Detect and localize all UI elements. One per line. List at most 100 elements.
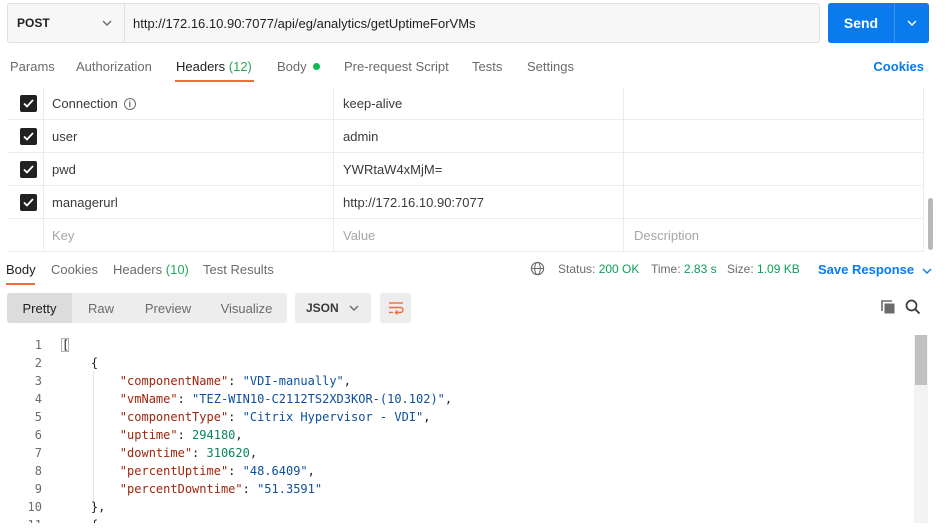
view-preview-button[interactable]: Preview [130, 293, 206, 323]
header-value[interactable]: keep-alive [343, 87, 402, 120]
column-divider [333, 87, 334, 120]
column-divider [623, 153, 624, 186]
json-key: "componentName" [119, 374, 229, 388]
view-visualize-button[interactable]: Visualize [206, 293, 287, 323]
response-scrollbar-thumb[interactable] [915, 335, 927, 385]
code-text: "uptime": 294180, [119, 428, 243, 442]
tab-tests[interactable]: Tests [472, 59, 502, 74]
headers-scrollbar-thumb[interactable] [928, 198, 933, 250]
active-tab-underline [175, 80, 254, 82]
header-value[interactable]: YWRtaW4xMjM= [343, 153, 442, 186]
response-tab-cookies[interactable]: Cookies [51, 262, 98, 277]
header-row: pwd YWRtaW4xMjM= [7, 153, 924, 186]
tab-settings[interactable]: Settings [527, 59, 574, 74]
tab-params[interactable]: Params [10, 59, 55, 74]
send-options-button[interactable] [894, 3, 929, 43]
json-key: "percentUptime" [119, 464, 229, 478]
column-divider [43, 120, 44, 153]
method-label: POST [17, 16, 50, 30]
check-icon [23, 165, 34, 174]
json-key: "uptime" [119, 428, 178, 442]
column-divider [43, 219, 44, 252]
column-divider [923, 219, 924, 252]
line-number: 4 [34, 392, 42, 406]
format-select[interactable]: JSON [295, 293, 371, 323]
check-icon [23, 198, 34, 207]
wrap-lines-button[interactable] [380, 293, 411, 323]
view-pretty-button[interactable]: Pretty [7, 293, 72, 323]
header-row-new: Key Value Description [7, 219, 924, 252]
search-icon[interactable] [905, 299, 921, 315]
code-text: { [62, 356, 99, 370]
column-divider [623, 87, 624, 120]
chevron-down-icon [907, 20, 917, 26]
response-status[interactable]: Status: 200 OK [558, 262, 639, 276]
code-text: "percentDowntime": "51.3591" [119, 482, 323, 496]
header-checkbox[interactable] [20, 161, 37, 178]
header-row: managerurl http://172.16.10.90:7077 [7, 186, 924, 219]
tab-headers[interactable]: Headers (12) [176, 59, 252, 74]
header-value[interactable]: http://172.16.10.90:7077 [343, 186, 484, 219]
line-number: 6 [34, 428, 42, 442]
code-text: { [62, 516, 98, 523]
header-value[interactable]: admin [343, 120, 378, 153]
send-button[interactable]: Send [828, 3, 894, 43]
response-time[interactable]: Time: 2.83 s [651, 262, 717, 276]
line-number: 1 [34, 338, 42, 352]
response-tab-body[interactable]: Body [6, 262, 36, 277]
info-icon[interactable]: i [123, 97, 136, 110]
line-number: 8 [34, 464, 42, 478]
json-value: "51.3591" [257, 482, 323, 496]
url-input[interactable] [125, 4, 819, 42]
column-divider [333, 219, 334, 252]
line-number: 3 [34, 374, 42, 388]
json-value: "TEZ-WIN10-C2112TS2XD3KOR-(10.102)" [192, 392, 445, 406]
header-key[interactable]: pwd [52, 153, 76, 186]
header-checkbox[interactable] [20, 128, 37, 145]
response-body-editor[interactable]: 1 [2 {3 "componentName": "VDI-manually", 4… [0, 335, 912, 523]
response-tab-headers[interactable]: Headers (10) [113, 262, 189, 277]
globe-icon[interactable] [530, 261, 545, 276]
check-icon [23, 99, 34, 108]
status-label: Status: [558, 262, 596, 276]
send-group: Send [828, 3, 929, 43]
column-divider [923, 186, 924, 219]
code-text: "componentType": "Citrix Hypervisor - VD… [119, 410, 431, 424]
size-label: Size: [727, 262, 754, 276]
new-header-value-input[interactable]: Value [343, 219, 375, 252]
header-key[interactable]: managerurl [52, 186, 118, 219]
copy-icon[interactable] [880, 299, 896, 315]
method-select[interactable]: POST [8, 4, 125, 42]
header-key[interactable]: user [52, 120, 77, 153]
json-value: 294180 [192, 428, 236, 442]
cookies-link[interactable]: Cookies [873, 59, 924, 74]
json-key: "componentType" [119, 410, 229, 424]
tab-prerequest-script[interactable]: Pre-request Script [344, 59, 449, 74]
json-value: "48.6409" [242, 464, 308, 478]
time-value: 2.83 s [683, 262, 717, 276]
tab-body[interactable]: Body [277, 59, 320, 74]
header-key[interactable]: Connection i [52, 87, 136, 120]
line-number: 7 [34, 446, 42, 460]
view-raw-button[interactable]: Raw [72, 293, 130, 323]
column-divider [43, 87, 44, 120]
json-value: "VDI-manually" [242, 374, 344, 388]
header-checkbox[interactable] [20, 95, 37, 112]
tab-authorization[interactable]: Authorization [76, 59, 152, 74]
save-response-button[interactable]: Save Response [818, 262, 932, 277]
chevron-down-icon [922, 268, 932, 274]
request-bar: POST [7, 3, 820, 43]
new-header-description-input[interactable]: Description [634, 219, 699, 252]
new-header-key-input[interactable]: Key [52, 219, 74, 252]
response-size[interactable]: Size: 1.09 KB [727, 262, 800, 276]
header-row: Connection i keep-alive [7, 87, 924, 120]
header-checkbox[interactable] [20, 194, 37, 211]
code-text: "downtime": 310620, [119, 446, 258, 460]
line-number: 9 [34, 482, 42, 496]
code-text: "componentName": "VDI-manually", [119, 374, 352, 388]
tab-headers-count: (12) [228, 59, 252, 74]
view-mode-group: Pretty Raw Preview Visualize [7, 293, 287, 323]
json-key: "vmName" [119, 392, 178, 406]
column-divider [923, 120, 924, 153]
response-tab-test-results[interactable]: Test Results [203, 262, 274, 277]
